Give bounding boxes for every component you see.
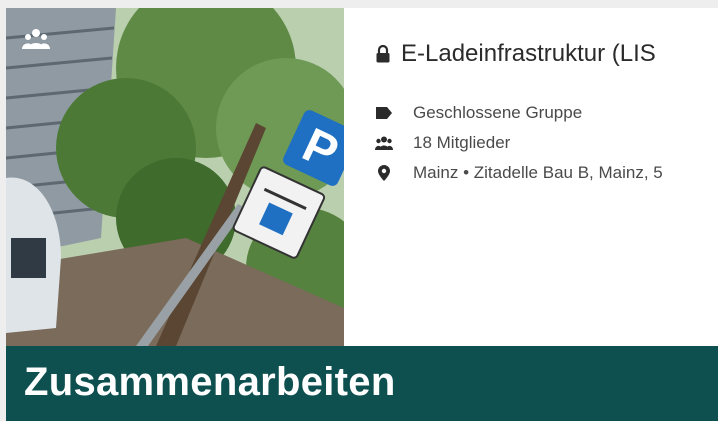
members-icon	[375, 135, 393, 151]
group-location: Mainz • Zitadelle Bau B, Mainz, 5	[375, 158, 718, 188]
group-location-text: Mainz • Zitadelle Bau B, Mainz, 5	[413, 163, 663, 182]
category-banner-label: Zusammenarbeiten	[24, 360, 396, 404]
group-privacy: Geschlossene Gruppe	[375, 98, 718, 128]
lock-icon	[376, 45, 390, 63]
category-banner: Zusammenarbeiten	[6, 346, 718, 421]
group-meta-list: Geschlossene Gruppe 18 Mitglieder Mainz …	[375, 98, 718, 188]
group-cover-photo: P	[6, 8, 344, 346]
tag-icon	[375, 105, 393, 121]
group-members: 18 Mitglieder	[375, 128, 718, 158]
group-title[interactable]: E-Ladeinfrastruktur (LIS	[375, 40, 718, 68]
group-card[interactable]: P E-Ladeinfrastruktur (LIS Geschlossene …	[6, 8, 718, 421]
group-info: E-Ladeinfrastruktur (LIS Geschlossene Gr…	[375, 40, 718, 188]
group-members-text: 18 Mitglieder	[413, 133, 511, 152]
group-title-text: E-Ladeinfrastruktur (LIS	[401, 40, 656, 67]
group-privacy-text: Geschlossene Gruppe	[413, 103, 583, 122]
group-icon	[22, 28, 50, 50]
location-pin-icon	[375, 165, 393, 181]
